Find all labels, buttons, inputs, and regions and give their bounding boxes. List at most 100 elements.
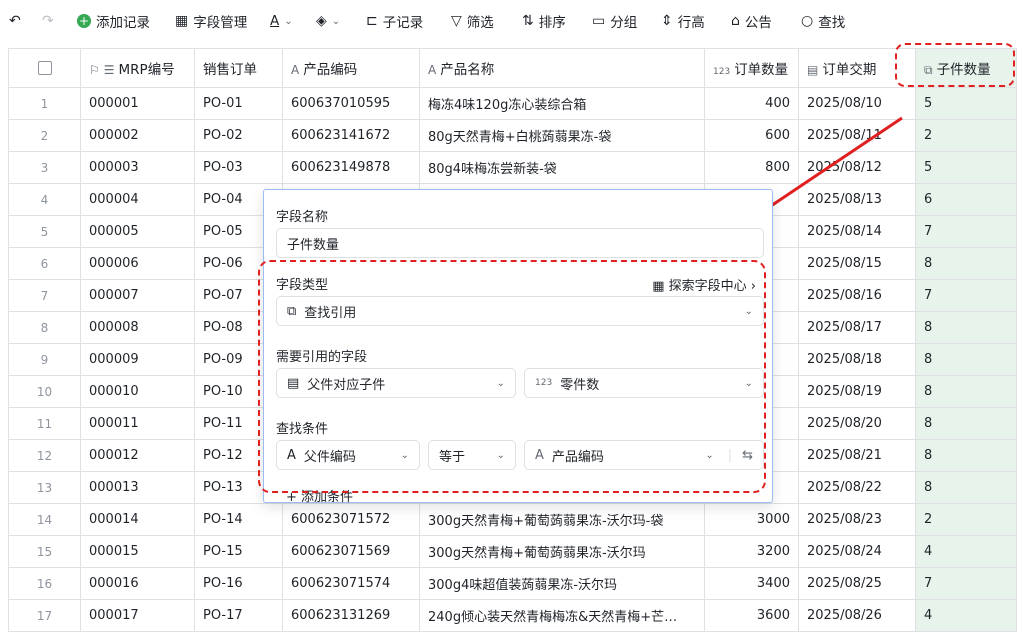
cell-sub-qty[interactable]: 7 xyxy=(915,215,1017,248)
cell-order-date[interactable]: 2025/08/14 xyxy=(798,215,916,248)
row-number[interactable]: 11 xyxy=(8,407,81,440)
row-number[interactable]: 2 xyxy=(8,119,81,152)
row-number[interactable]: 16 xyxy=(8,567,81,600)
cell-product-name[interactable]: 梅冻4味120g冻心装综合箱 xyxy=(419,87,705,120)
cell-order-date[interactable]: 2025/08/21 xyxy=(798,439,916,472)
cell-order-date[interactable]: 2025/08/24 xyxy=(798,535,916,568)
cell-order-qty[interactable]: 3600 xyxy=(704,599,799,632)
cell-mrp[interactable]: 000006 xyxy=(80,247,195,280)
cell-product-code[interactable]: 600623141672 xyxy=(282,119,420,152)
cell-sub-qty[interactable]: 8 xyxy=(915,247,1017,280)
field-name-input[interactable]: 子件数量 xyxy=(276,228,764,258)
cell-order-date[interactable]: 2025/08/23 xyxy=(798,503,916,536)
cell-product-name[interactable]: 80g天然青梅+白桃蒟蒻果冻-袋 xyxy=(419,119,705,152)
sub-record-button[interactable]: ⊏ 子记录 xyxy=(366,0,423,42)
header-mrp[interactable]: ⚐ ☰ MRP编号 xyxy=(80,48,195,88)
cell-sub-qty[interactable]: 7 xyxy=(915,567,1017,600)
cell-order-date[interactable]: 2025/08/17 xyxy=(798,311,916,344)
row-number[interactable]: 4 xyxy=(8,183,81,216)
row-number[interactable]: 9 xyxy=(8,343,81,376)
announcement-button[interactable]: ⌂ 公告 xyxy=(731,0,772,42)
cell-mrp[interactable]: 000012 xyxy=(80,439,195,472)
table-row[interactable]: 3 000003 PO-03 600623149878 80g4味梅冻尝新装-袋 800 2… xyxy=(8,151,1017,184)
cell-order-date[interactable]: 2025/08/12 xyxy=(798,151,916,184)
cell-sub-qty[interactable]: 4 xyxy=(915,535,1017,568)
cell-product-name[interactable]: 300g天然青梅+葡萄蒟蒻果冻-沃尔玛-袋 xyxy=(419,503,705,536)
row-number[interactable]: 7 xyxy=(8,279,81,312)
header-sales-order[interactable]: 销售订单 xyxy=(194,48,283,88)
fill-color-button[interactable]: ◈ ⌄ xyxy=(316,0,340,42)
cell-sub-qty[interactable]: 8 xyxy=(915,311,1017,344)
cell-sub-qty[interactable]: 2 xyxy=(915,503,1017,536)
cell-sales-order[interactable]: PO-16 xyxy=(194,567,283,600)
cell-product-code[interactable]: 600623149878 xyxy=(282,151,420,184)
cell-order-date[interactable]: 2025/08/25 xyxy=(798,567,916,600)
cell-product-code[interactable]: 600623071574 xyxy=(282,567,420,600)
cell-mrp[interactable]: 000017 xyxy=(80,599,195,632)
field-manage-button[interactable]: ▦ 字段管理 xyxy=(175,0,247,42)
cell-mrp[interactable]: 000005 xyxy=(80,215,195,248)
cell-mrp[interactable]: 000002 xyxy=(80,119,195,152)
cell-sub-qty[interactable]: 5 xyxy=(915,87,1017,120)
cell-product-code[interactable]: 600623071572 xyxy=(282,503,420,536)
search-button[interactable]: ○ 查找 xyxy=(801,0,845,42)
text-color-button[interactable]: A ⌄ xyxy=(270,0,293,42)
sort-button[interactable]: ⇅ 排序 xyxy=(522,0,566,42)
cell-order-date[interactable]: 2025/08/11 xyxy=(798,119,916,152)
table-row[interactable]: 16 000016 PO-16 600623071574 300g4味超值装蒟蒻果冻-沃… xyxy=(8,567,1017,600)
cell-product-code[interactable]: 600623071569 xyxy=(282,535,420,568)
cell-mrp[interactable]: 000008 xyxy=(80,311,195,344)
cell-mrp[interactable]: 000015 xyxy=(80,535,195,568)
row-number[interactable]: 15 xyxy=(8,535,81,568)
group-button[interactable]: ▭ 分组 xyxy=(592,0,637,42)
cell-order-date[interactable]: 2025/08/13 xyxy=(798,183,916,216)
table-row[interactable]: 17 000017 PO-17 600623131269 240g倾心装天然青梅梅冻&天… xyxy=(8,599,1017,632)
cell-mrp[interactable]: 000010 xyxy=(80,375,195,408)
cell-mrp[interactable]: 000007 xyxy=(80,279,195,312)
row-number[interactable]: 6 xyxy=(8,247,81,280)
cell-mrp[interactable]: 000009 xyxy=(80,343,195,376)
cell-mrp[interactable]: 000004 xyxy=(80,183,195,216)
cell-sales-order[interactable]: PO-03 xyxy=(194,151,283,184)
cell-mrp[interactable]: 000014 xyxy=(80,503,195,536)
cell-sub-qty[interactable]: 8 xyxy=(915,375,1017,408)
cell-sub-qty[interactable]: 2 xyxy=(915,119,1017,152)
cell-sales-order[interactable]: PO-15 xyxy=(194,535,283,568)
cell-order-qty[interactable]: 400 xyxy=(704,87,799,120)
cell-sub-qty[interactable]: 8 xyxy=(915,407,1017,440)
cell-order-qty[interactable]: 3000 xyxy=(704,503,799,536)
cell-order-qty[interactable]: 3400 xyxy=(704,567,799,600)
cell-order-date[interactable]: 2025/08/10 xyxy=(798,87,916,120)
header-product-name[interactable]: A 产品名称 xyxy=(419,48,705,88)
row-number[interactable]: 5 xyxy=(8,215,81,248)
cell-sales-order[interactable]: PO-14 xyxy=(194,503,283,536)
row-number[interactable]: 10 xyxy=(8,375,81,408)
cell-order-qty[interactable]: 800 xyxy=(704,151,799,184)
cell-sales-order[interactable]: PO-01 xyxy=(194,87,283,120)
row-number[interactable]: 12 xyxy=(8,439,81,472)
cell-sub-qty[interactable]: 8 xyxy=(915,439,1017,472)
cell-sub-qty[interactable]: 5 xyxy=(915,151,1017,184)
cell-product-name[interactable]: 300g天然青梅+葡萄蒟蒻果冻-沃尔玛 xyxy=(419,535,705,568)
table-row[interactable]: 14 000014 PO-14 600623071572 300g天然青梅+葡萄蒟蒻果冻… xyxy=(8,503,1017,536)
cell-order-date[interactable]: 2025/08/19 xyxy=(798,375,916,408)
undo-button[interactable]: ↶ xyxy=(9,0,21,42)
cell-sub-qty[interactable]: 7 xyxy=(915,279,1017,312)
filter-button[interactable]: ▽ 筛选 xyxy=(451,0,494,42)
row-number[interactable]: 1 xyxy=(8,87,81,120)
cell-order-qty[interactable]: 600 xyxy=(704,119,799,152)
cell-order-date[interactable]: 2025/08/26 xyxy=(798,599,916,632)
cell-sub-qty[interactable]: 4 xyxy=(915,599,1017,632)
cell-mrp[interactable]: 000001 xyxy=(80,87,195,120)
cell-mrp[interactable]: 000003 xyxy=(80,151,195,184)
row-number[interactable]: 3 xyxy=(8,151,81,184)
cell-sales-order[interactable]: PO-02 xyxy=(194,119,283,152)
cell-order-date[interactable]: 2025/08/18 xyxy=(798,343,916,376)
header-order-qty[interactable]: 123 订单数量 xyxy=(704,48,799,88)
add-record-button[interactable]: + 添加记录 xyxy=(77,0,150,42)
cell-mrp[interactable]: 000011 xyxy=(80,407,195,440)
redo-button[interactable]: ↷ xyxy=(42,0,54,42)
cell-product-code[interactable]: 600637010595 xyxy=(282,87,420,120)
table-row[interactable]: 1 000001 PO-01 600637010595 梅冻4味120g冻心装综合箱 40… xyxy=(8,87,1017,120)
cell-order-date[interactable]: 2025/08/20 xyxy=(798,407,916,440)
